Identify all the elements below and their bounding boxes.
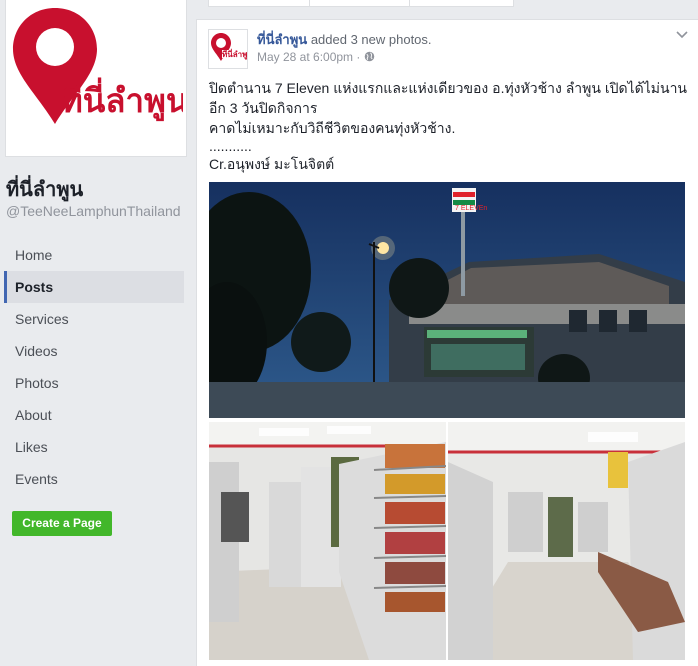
nav-item-photos[interactable]: Photos <box>4 367 184 399</box>
store-sign-text: 7 ELEVEn <box>455 205 487 212</box>
location-pin-icon: ที่นี่ลำพูน <box>13 8 189 124</box>
post-text-line: คาดไม่เหมาะกับวิถีชีวิตของคนทุ่งหัวช้าง. <box>209 120 456 136</box>
meta-separator: · <box>356 50 361 64</box>
nav-item-likes[interactable]: Likes <box>4 431 184 463</box>
avatar-logo-text: ที่นี่ลำพูน <box>222 48 247 60</box>
create-page-button[interactable]: Create a Page <box>12 511 112 536</box>
post-photo-empty-store[interactable] <box>448 422 685 660</box>
page-handle[interactable]: @TeeNeeLamphunThailand <box>6 203 181 219</box>
post-text-line: อีก 3 วันปิดกิจการ <box>209 100 318 116</box>
nav-item-events[interactable]: Events <box>4 463 184 495</box>
previous-post-actions <box>208 0 514 7</box>
post-photo-shelves[interactable] <box>209 422 446 660</box>
nav-item-about[interactable]: About <box>4 399 184 431</box>
post-author-link[interactable]: ที่นี่ลำพูน <box>257 32 307 47</box>
logo-text: ที่นี่ลำพูน <box>61 77 183 122</box>
page-nav: Home Posts Services Videos Photos About … <box>4 239 184 495</box>
post-text: ปิดตำนาน 7 Eleven แห่งแรกและแห่งเดียวของ… <box>209 78 689 174</box>
nav-item-posts[interactable]: Posts <box>4 271 184 303</box>
nav-item-services[interactable]: Services <box>4 303 184 335</box>
post-card: ที่นี่ลำพูน ที่นี่ลำพูน added 3 new phot… <box>196 19 698 666</box>
nav-item-home[interactable]: Home <box>4 239 184 271</box>
post-text-line: ปิดตำนาน 7 Eleven แห่งแรกและแห่งเดียวของ… <box>209 80 687 96</box>
left-column: ที่นี่ลำพูน ที่นี่ลำพูน @TeeNeeLamphunTh… <box>0 0 196 666</box>
location-pin-icon: ที่นี่ลำพูน <box>211 33 253 61</box>
post-text-line: Cr.อนุพงษ์ มะโนจิตต์ <box>209 156 335 172</box>
nav-item-videos[interactable]: Videos <box>4 335 184 367</box>
post-timestamp[interactable]: May 28 at 6:00pm <box>257 50 353 64</box>
globe-icon[interactable] <box>364 51 375 62</box>
page-title[interactable]: ที่นี่ลำพูน <box>6 173 83 205</box>
chevron-down-icon[interactable] <box>676 28 688 42</box>
profile-picture-frame[interactable]: ที่นี่ลำพูน <box>5 0 189 157</box>
post-action-text: added 3 new photos. <box>310 32 432 47</box>
author-avatar[interactable]: ที่นี่ลำพูน <box>208 29 253 69</box>
post-text-line: ........... <box>209 138 252 154</box>
post-meta: May 28 at 6:00pm · <box>257 50 375 64</box>
post-header: ที่นี่ลำพูน added 3 new photos. <box>257 29 432 50</box>
post-photo-store-exterior[interactable]: 7 ELEVEn <box>209 182 685 418</box>
